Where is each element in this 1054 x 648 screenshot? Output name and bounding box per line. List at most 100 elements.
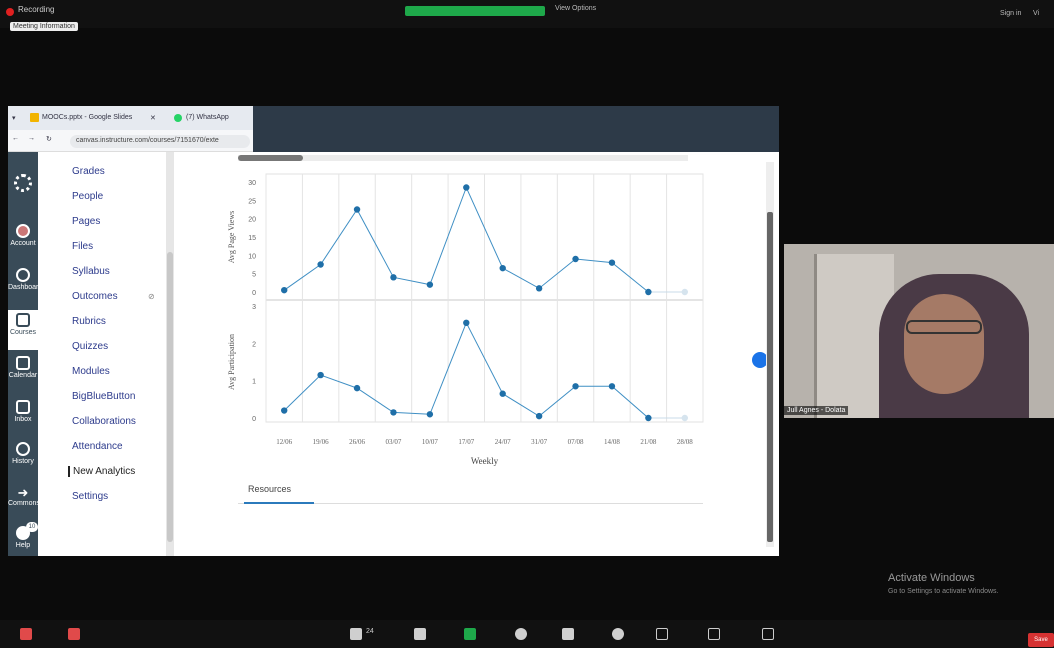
global-nav-commons[interactable]: ➜ Commons: [8, 486, 40, 508]
presenter-video[interactable]: Jull Agnes - Dolata: [784, 244, 1054, 418]
address-bar: ← → ↻ canvas.instructure.com/courses/715…: [8, 130, 253, 152]
recording-label: Recording: [18, 5, 55, 14]
data-point: [499, 390, 506, 397]
course-nav-syllabus[interactable]: Syllabus: [72, 266, 110, 277]
notes-icon[interactable]: [708, 628, 720, 640]
course-nav-rubrics[interactable]: Rubrics: [72, 316, 106, 327]
course-nav-scroll-thumb[interactable]: [167, 252, 173, 542]
participant-name-label: Jull Agnes - Dolata: [784, 406, 849, 415]
browser-tab-whatsapp[interactable]: (7) WhatsApp: [186, 114, 229, 121]
calendar-icon: [16, 356, 30, 370]
y-tick-label: 2: [252, 341, 256, 348]
global-nav-history[interactable]: History: [8, 442, 38, 465]
zoom-bottom-toolbar: 24: [0, 620, 1054, 648]
course-nav-grades[interactable]: Grades: [72, 166, 105, 177]
global-nav-label: Commons: [8, 500, 40, 507]
participants-icon[interactable]: [350, 628, 362, 640]
data-point: [281, 286, 288, 294]
content-scroll-thumb[interactable]: [767, 212, 773, 542]
recording-dot-icon: [6, 8, 14, 16]
course-nav-new-analytics[interactable]: New Analytics: [68, 466, 135, 477]
x-tick-label: 17/07: [458, 438, 474, 446]
global-nav-dashboard[interactable]: Dashboard: [8, 268, 42, 291]
data-point: [426, 411, 434, 418]
close-tab-icon[interactable]: ✕: [150, 114, 156, 122]
data-point: [608, 259, 616, 266]
data-point: [390, 274, 397, 281]
x-tick-label: 28/08: [677, 438, 693, 446]
chat-icon[interactable]: [414, 628, 426, 640]
meeting-info-tooltip[interactable]: Meeting Information: [10, 22, 78, 31]
presenter-glasses: [906, 320, 982, 334]
global-nav-inbox[interactable]: Inbox: [8, 400, 38, 423]
record-icon[interactable]: [515, 628, 527, 640]
reload-icon[interactable]: ↻: [46, 135, 52, 143]
data-point: [390, 409, 397, 416]
avatar-icon: [16, 224, 30, 238]
data-point: [572, 383, 579, 390]
data-point: [535, 412, 543, 420]
screen-share-banner[interactable]: [405, 6, 545, 16]
data-point: [681, 288, 688, 296]
shared-browser-window: ▾ MOOCs.pptx - Google Slides ✕ (7) Whats…: [8, 106, 779, 556]
course-nav-collaborations[interactable]: Collaborations: [72, 416, 136, 427]
back-icon[interactable]: ←: [12, 135, 19, 142]
presenter-face: [904, 294, 984, 394]
save-button[interactable]: Save: [1028, 633, 1054, 647]
course-nav-files[interactable]: Files: [72, 241, 93, 252]
x-tick-label: 19/06: [313, 438, 329, 446]
more-icon[interactable]: [762, 628, 774, 640]
inbox-icon: [16, 400, 30, 414]
help-badge: 10: [26, 522, 38, 532]
tab-menu-chevron-icon[interactable]: ▾: [12, 114, 16, 122]
course-nav-pages[interactable]: Pages: [72, 216, 100, 227]
global-nav-calendar[interactable]: Calendar: [8, 356, 38, 379]
whiteboard-icon[interactable]: [656, 628, 668, 640]
data-point: [281, 407, 288, 414]
course-nav-settings[interactable]: Settings: [72, 491, 108, 502]
global-nav-label: Account: [10, 240, 36, 247]
course-nav-bigbluebutton[interactable]: BigBlueButton: [72, 391, 135, 402]
participants-count: 24: [366, 628, 374, 635]
x-tick-label: 24/07: [495, 438, 511, 446]
course-nav-outcomes[interactable]: Outcomes: [72, 291, 118, 302]
forward-icon[interactable]: →: [28, 135, 35, 142]
weekly-analytics-chart[interactable]: 0 5 10 15 20 25 30 Avg Page Views 0 1 2 3 Avg Partic…: [198, 172, 718, 472]
course-nav-people[interactable]: People: [72, 191, 103, 202]
x-axis-label: Weekly: [471, 456, 499, 466]
video-off-icon[interactable]: [68, 628, 80, 640]
global-nav-courses[interactable]: Courses: [8, 310, 38, 350]
x-tick-label: 07/08: [568, 438, 584, 446]
data-point: [499, 264, 506, 272]
canvas-logo-icon[interactable]: [14, 174, 32, 192]
horizontal-scroll-thumb[interactable]: [238, 155, 303, 161]
global-nav-account[interactable]: Account: [8, 224, 38, 247]
view-options-button[interactable]: View Options: [555, 5, 596, 12]
course-nav-quizzes[interactable]: Quizzes: [72, 341, 108, 352]
apps-icon[interactable]: [612, 628, 624, 640]
y-tick-label: 15: [248, 235, 256, 242]
hidden-eye-icon: ⊘: [148, 292, 155, 301]
tab-resources[interactable]: Resources: [248, 484, 291, 494]
browser-tab-slides[interactable]: MOOCs.pptx - Google Slides: [42, 114, 132, 121]
data-point: [317, 261, 324, 268]
activate-windows-subtitle: Go to Settings to activate Windows.: [888, 588, 999, 595]
share-screen-icon[interactable]: [464, 628, 476, 640]
course-nav-modules[interactable]: Modules: [72, 366, 110, 377]
x-tick-label: 03/07: [385, 438, 401, 446]
x-tick-label: 31/07: [531, 438, 547, 446]
view-button[interactable]: Vi: [1033, 10, 1039, 17]
global-nav-label: Inbox: [14, 416, 32, 423]
global-nav-label: Help: [15, 542, 31, 549]
horizontal-scroll-track[interactable]: [238, 155, 688, 161]
browser-tab-strip: ▾ MOOCs.pptx - Google Slides ✕ (7) Whats…: [8, 106, 253, 130]
course-nav-attendance[interactable]: Attendance: [72, 441, 123, 452]
y-tick-label: 0: [252, 416, 256, 423]
reactions-icon[interactable]: [562, 628, 574, 640]
global-nav-label: Calendar: [8, 372, 38, 379]
sign-in-link[interactable]: Sign in: [1000, 10, 1021, 17]
mute-icon[interactable]: [20, 628, 32, 640]
y-axis-label: Avg Page Views: [227, 211, 236, 264]
url-input[interactable]: canvas.instructure.com/courses/7151670/e…: [70, 135, 250, 148]
data-point: [463, 184, 470, 191]
